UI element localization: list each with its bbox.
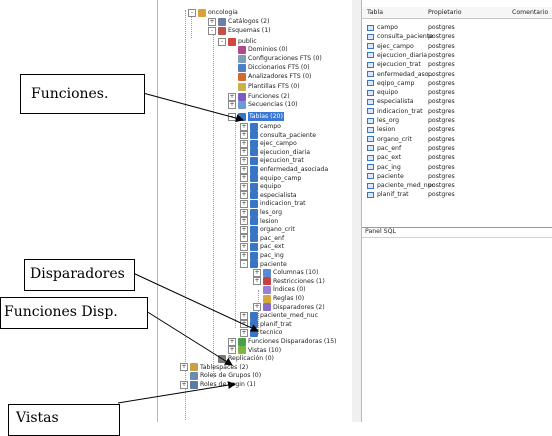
callout-vistas: Vistas (8, 404, 120, 436)
callout-funciones: Funciones. (20, 74, 145, 114)
callout-funciones-disp: Funciones Disp. (0, 297, 148, 329)
callout-funciones-disp-label: Funciones Disp. (4, 304, 118, 320)
callout-funciones-label: Funciones. (31, 86, 109, 102)
arrow-vistas (117, 381, 236, 404)
callout-disparadores: Disparadores (24, 259, 135, 291)
annotation-arrows (117, 92, 259, 404)
arrow-funciones-disp (145, 310, 233, 366)
arrow-funciones (142, 92, 244, 123)
callout-disparadores-label: Disparadores (30, 266, 125, 282)
arrow-disparadores (132, 272, 259, 332)
callout-vistas-label: Vistas (16, 410, 59, 426)
